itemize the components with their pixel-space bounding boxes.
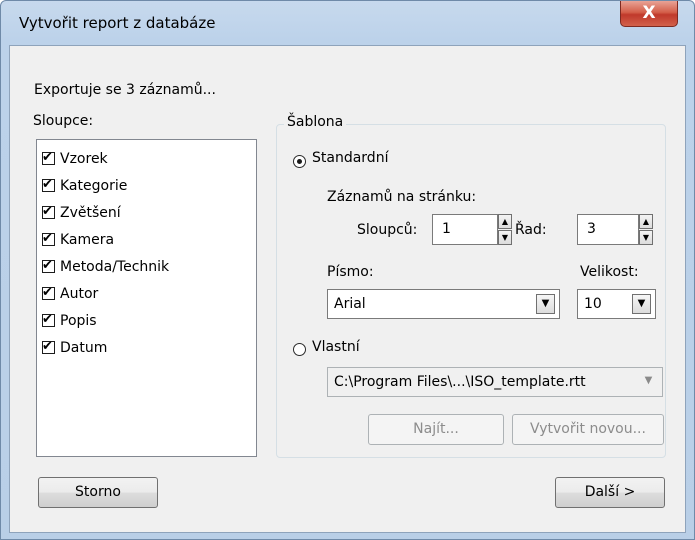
columns-count-input[interactable]: 1 [432, 214, 498, 245]
column-checkbox[interactable]: ✔ [42, 204, 55, 219]
column-item-label: Metoda/Technik [60, 259, 170, 275]
size-select-value: 10 [584, 296, 602, 312]
custom-radio-label[interactable]: Vlastní [312, 339, 360, 355]
column-item-label: Autor [60, 286, 99, 302]
next-button[interactable]: Další > [555, 477, 665, 508]
size-label: Velikost: [580, 264, 639, 280]
radio-dot-icon [297, 159, 302, 164]
column-checkbox[interactable]: ✔ [42, 285, 55, 300]
column-checkbox[interactable]: ✔ [42, 339, 55, 354]
column-item-label: Datum [60, 340, 108, 356]
column-checkbox[interactable]: ✔ [42, 312, 55, 327]
create-template-button[interactable]: Vytvořit novou... [512, 414, 664, 445]
check-icon: ✔ [42, 258, 53, 273]
dropdown-arrow-icon[interactable]: ▼ [536, 294, 555, 314]
columns-count-spinner[interactable]: ▲ ▼ [498, 214, 512, 245]
standard-radio-label[interactable]: Standardní [312, 150, 388, 166]
spin-down-icon[interactable]: ▼ [639, 230, 653, 245]
column-item-label: Kategorie [60, 178, 128, 194]
rows-count-spinner[interactable]: ▲ ▼ [639, 214, 653, 245]
title-bar[interactable]: Vytvořit report z databáze X [1, 1, 694, 45]
window-title: Vytvořit report z databáze [19, 14, 216, 32]
column-checkbox[interactable]: ✔ [42, 150, 55, 165]
font-label: Písmo: [327, 264, 374, 280]
template-path-select[interactable]: C:\Program Files\...\ISO_template.rtt ▼ [327, 367, 663, 397]
size-select[interactable]: 10 ▼ [577, 289, 656, 319]
check-icon: ✔ [42, 312, 53, 327]
font-select-value: Arial [334, 296, 366, 312]
spin-up-icon[interactable]: ▲ [498, 214, 512, 229]
column-checkbox[interactable]: ✔ [42, 177, 55, 192]
check-icon: ✔ [42, 204, 53, 219]
find-template-button[interactable]: Najít... [368, 414, 504, 445]
template-path-value: C:\Program Files\...\ISO_template.rtt [334, 374, 586, 390]
column-item-label: Vzorek [60, 151, 108, 167]
check-icon: ✔ [42, 177, 53, 192]
standard-radio[interactable] [293, 155, 306, 168]
dropdown-arrow-icon[interactable]: ▼ [632, 294, 651, 314]
record-count-info: Exportuje se 3 záznamů... [34, 82, 216, 98]
close-icon: X [642, 3, 656, 23]
dropdown-arrow-icon[interactable]: ▼ [639, 372, 658, 392]
columns-label: Sloupce: [33, 113, 94, 129]
records-per-page-label: Záznamů na stránku: [327, 189, 477, 205]
check-icon: ✔ [42, 339, 53, 354]
template-group-title: Šablona [284, 114, 347, 130]
columns-listbox[interactable]: ✔ Vzorek ✔ Kategorie ✔ Zvětšení ✔ Kamera ✔ Metoda… [36, 139, 257, 457]
check-icon: ✔ [42, 150, 53, 165]
check-icon: ✔ [42, 231, 53, 246]
columns-count-label: Sloupců: [357, 222, 418, 238]
close-button[interactable]: X [620, 1, 678, 27]
column-checkbox[interactable]: ✔ [42, 258, 55, 273]
rows-count-label: Řad: [515, 222, 547, 238]
column-item-label: Kamera [60, 232, 115, 248]
rows-count-input[interactable]: 3 [577, 214, 639, 245]
custom-radio[interactable] [293, 343, 306, 356]
cancel-button[interactable]: Storno [38, 477, 158, 508]
font-select[interactable]: Arial ▼ [327, 289, 560, 319]
check-icon: ✔ [42, 285, 53, 300]
spin-up-icon[interactable]: ▲ [639, 214, 653, 229]
spin-down-icon[interactable]: ▼ [498, 230, 512, 245]
column-item-label: Zvětšení [60, 205, 121, 221]
column-checkbox[interactable]: ✔ [42, 231, 55, 246]
column-item-label: Popis [60, 313, 97, 329]
